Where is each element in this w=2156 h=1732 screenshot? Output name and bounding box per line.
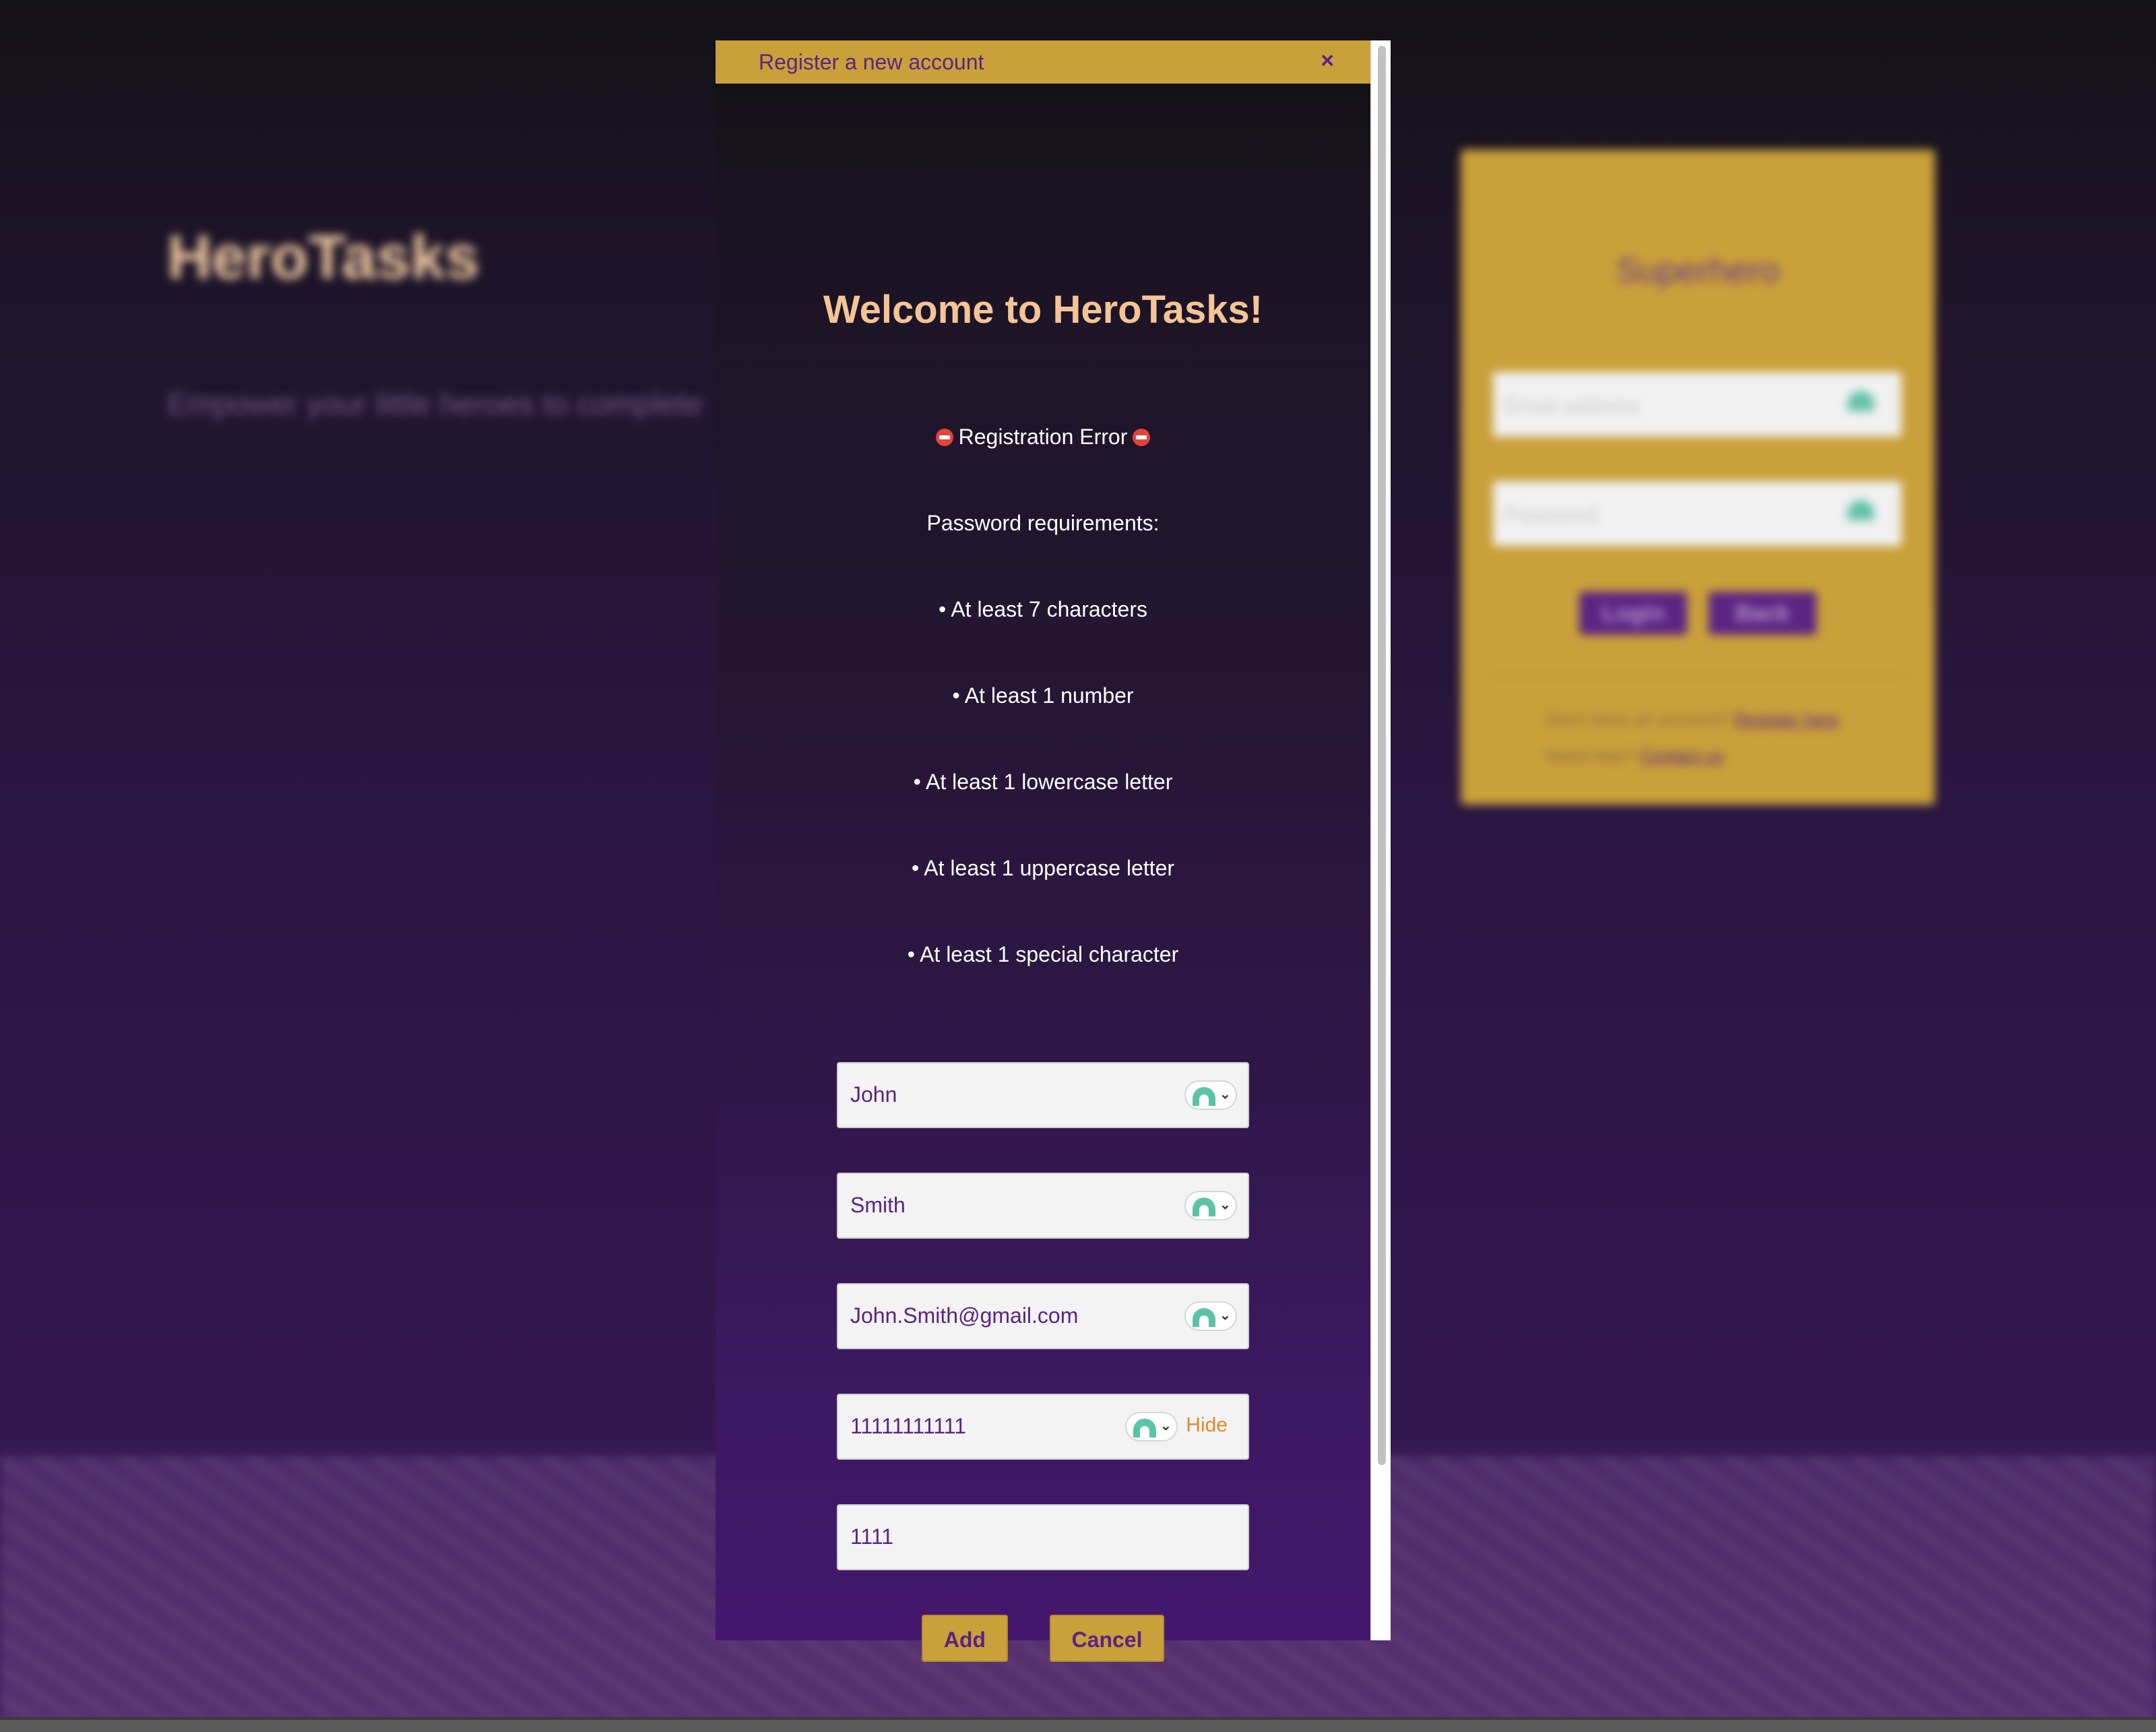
register-link: Register here (1734, 709, 1839, 729)
requirement-item: • At least 1 uppercase letter (911, 856, 1175, 880)
no-entry-icon (1133, 429, 1151, 446)
registration-error-text: Registration Error (958, 425, 1128, 449)
email-value: John.Smith@gmail.com (850, 1303, 1079, 1328)
login-card-title: Superhero (1616, 251, 1780, 290)
app-title: HeroTasks (167, 223, 480, 292)
requirement-item: • At least 1 lowercase letter (913, 770, 1173, 794)
requirements-heading: Password requirements: (926, 511, 1160, 535)
app-tagline: Empower your little heroes to complete (167, 386, 703, 421)
password-manager-icon (1193, 1308, 1215, 1327)
password-manager-icon (1847, 500, 1874, 520)
login-card: Superhero Email address Password Login B… (1461, 150, 1935, 805)
login-button: Login (1579, 592, 1687, 635)
register-prompt-text: Don't have an account? (1546, 709, 1730, 729)
modal-titlebar: Register a new account × (716, 40, 1370, 84)
chevron-down-icon: ⌄ (1219, 1198, 1231, 1212)
help-prompt: Need help? Contact us (1546, 745, 1724, 766)
register-modal: Register a new account × Welcome to Hero… (716, 40, 1391, 1662)
help-link: Contact us (1640, 745, 1724, 766)
password-manager-button[interactable]: ⌄ (1184, 1301, 1237, 1331)
chevron-down-icon: ⌄ (1160, 1419, 1172, 1433)
login-email-field: Email address (1493, 372, 1901, 437)
password-manager-icon (1193, 1198, 1215, 1216)
modal-scrollbar[interactable] (1370, 40, 1391, 1640)
back-button: Back (1709, 592, 1816, 635)
login-divider (1488, 675, 1908, 677)
window-bottom-edge (0, 1717, 2156, 1732)
password-manager-icon (1133, 1419, 1156, 1437)
registration-error-title: Registration Error (716, 425, 1370, 450)
confirm-password-field[interactable]: 1111 (837, 1504, 1249, 1570)
password-field[interactable]: 11111111111 ⌄ Hide (837, 1394, 1249, 1460)
no-entry-icon (935, 429, 953, 446)
close-icon[interactable]: × (1314, 47, 1341, 74)
password-hide-toggle[interactable]: Hide (1186, 1414, 1228, 1437)
first-name-value: John (850, 1082, 897, 1107)
help-prompt-text: Need help? (1546, 745, 1635, 766)
modal-title: Register a new account (759, 50, 984, 74)
requirement-item: • At least 1 special character (907, 942, 1179, 966)
chevron-down-icon: ⌄ (1219, 1087, 1231, 1102)
confirm-password-value: 1111 (850, 1524, 894, 1549)
login-email-placeholder: Email address (1504, 394, 1641, 418)
modal-content: Welcome to HeroTasks! Registration Error… (716, 84, 1370, 1662)
scrollbar-thumb[interactable] (1378, 46, 1386, 1465)
requirement-item: • At least 7 characters (938, 597, 1147, 621)
password-manager-icon (1847, 391, 1874, 411)
requirement-item: • At least 1 number (952, 683, 1134, 708)
password-manager-icon (1193, 1087, 1215, 1106)
login-password-field: Password (1493, 481, 1901, 546)
password-value: 11111111111 (850, 1414, 967, 1438)
add-button[interactable]: Add (922, 1615, 1008, 1662)
register-prompt: Don't have an account? Register here (1546, 709, 1839, 730)
password-manager-button[interactable]: ⌄ (1125, 1412, 1178, 1442)
password-manager-button[interactable]: ⌄ (1184, 1191, 1237, 1220)
first-name-field[interactable]: John ⌄ (837, 1062, 1249, 1128)
login-password-placeholder: Password (1504, 503, 1599, 527)
chevron-down-icon: ⌄ (1219, 1308, 1231, 1323)
password-manager-button[interactable]: ⌄ (1184, 1080, 1237, 1110)
email-field[interactable]: John.Smith@gmail.com ⌄ (837, 1283, 1249, 1349)
welcome-heading: Welcome to HeroTasks! (823, 288, 1263, 332)
cancel-button[interactable]: Cancel (1050, 1615, 1164, 1662)
last-name-value: Smith (850, 1193, 906, 1217)
last-name-field[interactable]: Smith ⌄ (837, 1173, 1249, 1239)
